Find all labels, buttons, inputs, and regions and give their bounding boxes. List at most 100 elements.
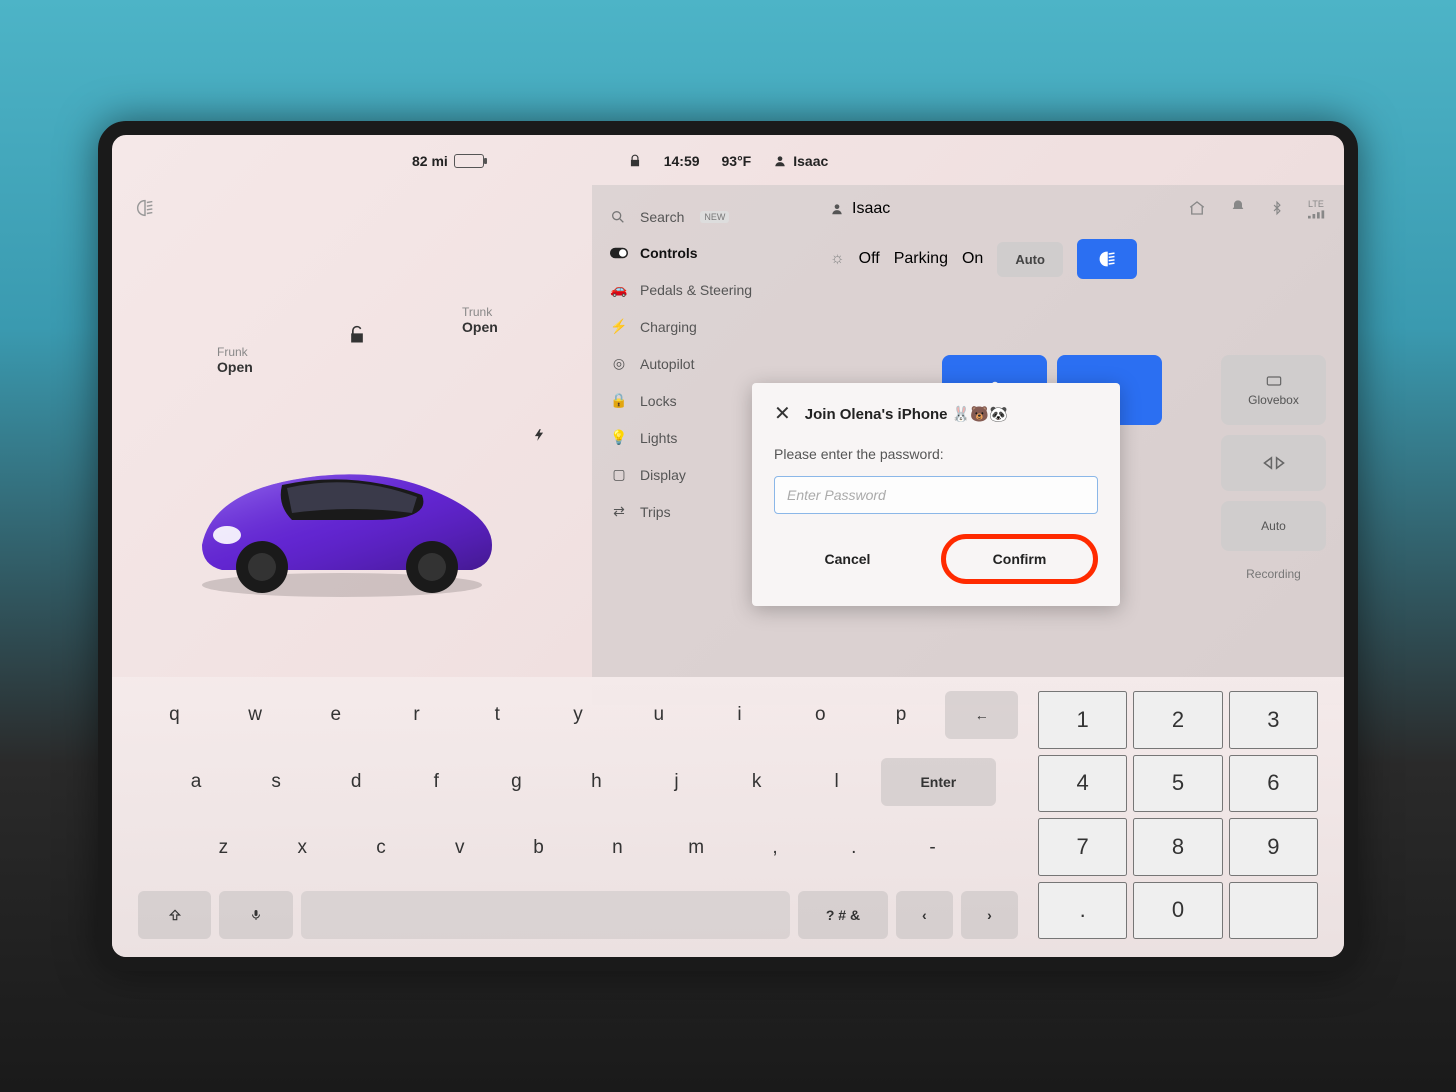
key-arrow-left[interactable]: ‹ xyxy=(896,891,953,939)
time[interactable]: 14:59 xyxy=(664,153,700,169)
password-input[interactable] xyxy=(774,476,1098,514)
key-space[interactable] xyxy=(301,891,790,939)
key-o[interactable]: o xyxy=(784,691,857,739)
dialog-close-button[interactable]: ✕ xyxy=(774,401,791,426)
bolt-icon: ⚡ xyxy=(610,318,628,335)
tesla-screen: 8 2 m i 14:59 93°F Isaac Frunk Open Trunk … xyxy=(98,121,1358,971)
key-n[interactable]: n xyxy=(582,824,653,872)
key-x[interactable]: x xyxy=(267,824,338,872)
key-numblank[interactable] xyxy=(1229,882,1318,940)
key-i[interactable]: i xyxy=(703,691,776,739)
key-s[interactable]: s xyxy=(240,758,312,806)
key-1[interactable]: 1 xyxy=(1038,691,1127,749)
key-4[interactable]: 4 xyxy=(1038,755,1127,813)
key-c[interactable]: c xyxy=(346,824,417,872)
key-dash[interactable]: - xyxy=(897,824,968,872)
unlock-icon[interactable] xyxy=(347,325,367,345)
headlights-button[interactable] xyxy=(1077,239,1137,279)
key-7[interactable]: 7 xyxy=(1038,818,1127,876)
menu-controls[interactable]: Controls xyxy=(602,235,802,271)
bluetooth-icon[interactable] xyxy=(1270,199,1284,219)
key-u[interactable]: u xyxy=(622,691,695,739)
key-3[interactable]: 3 xyxy=(1229,691,1318,749)
vehicle-render xyxy=(172,425,512,605)
lights-off[interactable]: Off xyxy=(859,250,880,268)
menu-autopilot[interactable]: ◎ Autopilot xyxy=(602,345,802,382)
onscreen-keyboard: q w e r t y u i o p ← a s d f g h j k xyxy=(112,677,1344,957)
lock-icon[interactable] xyxy=(628,154,642,168)
wheel-icon: ◎ xyxy=(610,355,628,372)
key-k[interactable]: k xyxy=(721,758,793,806)
temperature[interactable]: 93°F xyxy=(722,153,752,169)
key-f[interactable]: f xyxy=(400,758,472,806)
dialog-subtitle: Please enter the password: xyxy=(774,446,1098,462)
key-9[interactable]: 9 xyxy=(1229,818,1318,876)
key-y[interactable]: y xyxy=(542,691,615,739)
key-t[interactable]: t xyxy=(461,691,534,739)
wifi-password-dialog: ✕ Join Olena's iPhone 🐰🐻🐼 Please enter t… xyxy=(752,383,1120,606)
cancel-button[interactable]: Cancel xyxy=(774,534,921,584)
driver-profile[interactable]: Isaac xyxy=(830,200,890,218)
key-backspace[interactable]: ← xyxy=(945,691,1018,739)
key-r[interactable]: r xyxy=(380,691,453,739)
profile-chip[interactable]: Isaac xyxy=(773,153,828,169)
key-v[interactable]: v xyxy=(424,824,495,872)
key-z[interactable]: z xyxy=(188,824,259,872)
key-8[interactable]: 8 xyxy=(1133,818,1222,876)
key-j[interactable]: j xyxy=(640,758,712,806)
key-h[interactable]: h xyxy=(560,758,632,806)
key-arrow-right[interactable]: › xyxy=(961,891,1018,939)
key-symbols[interactable]: ? # & xyxy=(798,891,888,939)
key-6[interactable]: 6 xyxy=(1229,755,1318,813)
key-voice[interactable] xyxy=(219,891,292,939)
key-g[interactable]: g xyxy=(480,758,552,806)
key-comma[interactable]: , xyxy=(740,824,811,872)
frunk-control[interactable]: Frunk Open xyxy=(217,345,253,375)
homelink-icon[interactable] xyxy=(1188,199,1206,219)
bulb-icon: 💡 xyxy=(610,429,628,446)
trips-icon: ⇄ xyxy=(610,503,628,520)
toggle-icon xyxy=(610,247,628,259)
trunk-control[interactable]: Trunk Open xyxy=(462,305,498,335)
glovebox-button[interactable]: Glovebox xyxy=(1221,355,1326,425)
key-5[interactable]: 5 xyxy=(1133,755,1222,813)
lights-parking[interactable]: Parking xyxy=(894,250,948,268)
key-m[interactable]: m xyxy=(661,824,732,872)
key-b[interactable]: b xyxy=(503,824,574,872)
confirm-button[interactable]: Confirm xyxy=(941,534,1098,584)
keyboard-row-2: a s d f g h j k l Enter xyxy=(138,758,1018,806)
brightness-icon: ☼ xyxy=(830,250,845,268)
key-0[interactable]: 0 xyxy=(1133,882,1222,940)
key-2[interactable]: 2 xyxy=(1133,691,1222,749)
key-period[interactable]: . xyxy=(818,824,889,872)
key-shift[interactable] xyxy=(138,891,211,939)
key-l[interactable]: l xyxy=(801,758,873,806)
display-icon: ▢ xyxy=(610,466,628,483)
key-enter[interactable]: Enter xyxy=(881,758,996,806)
key-q[interactable]: q xyxy=(138,691,211,739)
key-d[interactable]: d xyxy=(320,758,392,806)
lights-on[interactable]: On xyxy=(962,250,983,268)
key-numdot[interactable]: . xyxy=(1038,882,1127,940)
signal-icon[interactable]: LTE xyxy=(1308,199,1326,219)
charge-bolt-icon[interactable] xyxy=(532,425,546,445)
key-e[interactable]: e xyxy=(299,691,372,739)
key-a[interactable]: a xyxy=(160,758,232,806)
menu-charging[interactable]: ⚡ Charging xyxy=(602,308,802,345)
notifications-icon[interactable] xyxy=(1230,199,1246,219)
key-w[interactable]: w xyxy=(219,691,292,739)
keyboard-row-4: ? # & ‹ › xyxy=(138,891,1018,939)
vehicle-panel: Frunk Open Trunk Open xyxy=(112,135,592,695)
numpad: 1 2 3 4 5 6 7 8 9 . 0 xyxy=(1038,691,1318,939)
car-icon: 🚗 xyxy=(610,281,628,298)
mirror-fold-button[interactable] xyxy=(1221,435,1326,491)
search-icon xyxy=(610,209,628,225)
lights-row: ☼ Off Parking On Auto xyxy=(830,239,1326,279)
menu-search[interactable]: Search NEW xyxy=(602,199,802,235)
climate-auto-button[interactable]: Auto xyxy=(1221,501,1326,551)
key-p[interactable]: p xyxy=(865,691,938,739)
dialog-title: Join Olena's iPhone 🐰🐻🐼 xyxy=(805,405,1008,423)
lock-menu-icon: 🔒 xyxy=(610,392,628,409)
menu-pedals-steering[interactable]: 🚗 Pedals & Steering xyxy=(602,271,802,308)
lights-auto-button[interactable]: Auto xyxy=(997,242,1063,277)
